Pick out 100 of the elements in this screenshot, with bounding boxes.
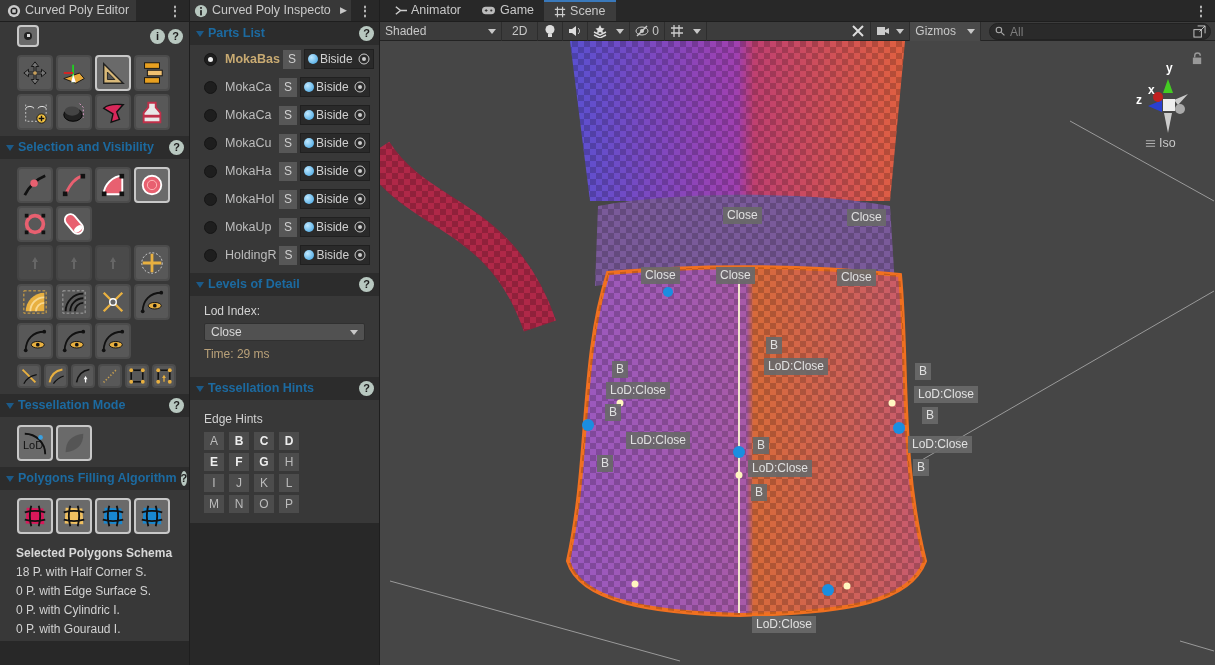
help-icon[interactable]: ? — [168, 28, 183, 44]
target-circle-button[interactable] — [134, 167, 170, 203]
menu-icon[interactable]: ⋮ — [351, 0, 379, 21]
projection-label[interactable]: Iso — [1159, 134, 1176, 153]
menu-icon[interactable] — [1145, 137, 1156, 149]
arcs-button[interactable] — [56, 284, 92, 320]
hint-button[interactable]: O — [254, 495, 274, 513]
target-icon[interactable] — [354, 109, 366, 121]
speaker-icon[interactable] — [568, 24, 583, 38]
target-icon[interactable] — [357, 53, 370, 65]
target-icon[interactable] — [354, 193, 366, 205]
curve-eye-button[interactable] — [17, 323, 53, 359]
mode-field[interactable]: Biside — [300, 105, 370, 125]
solo-button[interactable]: S — [279, 77, 297, 97]
curve-eye-button[interactable] — [95, 323, 131, 359]
menu-icon[interactable]: ⋮ — [161, 0, 189, 21]
help-icon[interactable]: ? — [359, 277, 374, 292]
2d-toggle[interactable]: 2D — [502, 21, 539, 41]
section-header[interactable]: Tessellation Mode ? — [0, 394, 189, 417]
target-icon[interactable] — [354, 249, 367, 261]
solo-button[interactable]: S — [279, 105, 297, 125]
hint-button[interactable]: J — [229, 474, 249, 492]
radio-button[interactable] — [204, 192, 217, 206]
patch-grid-button[interactable] — [95, 498, 131, 534]
shading-dropdown[interactable]: Shaded — [380, 21, 502, 41]
arc-button[interactable] — [44, 364, 68, 388]
curve-edge-button[interactable] — [56, 167, 92, 203]
hidden-objects-toggle[interactable]: 0 — [630, 21, 666, 41]
hint-button[interactable]: G — [254, 453, 274, 471]
hint-button[interactable]: D — [279, 432, 299, 450]
square-points-button[interactable] — [125, 364, 149, 388]
mode-field[interactable]: Biside — [303, 49, 374, 69]
hint-button[interactable]: L — [279, 474, 299, 492]
cylinder-button[interactable] — [56, 206, 92, 242]
radio-button[interactable] — [204, 52, 217, 66]
star-node-button[interactable] — [95, 284, 131, 320]
part-name[interactable]: MokaHol — [225, 189, 276, 209]
patch-grid-button[interactable] — [56, 498, 92, 534]
stacked-bricks-button[interactable] — [134, 55, 170, 91]
more-tabs-icon[interactable]: ▶ — [340, 3, 347, 18]
section-header[interactable]: Tessellation Hints ? — [190, 377, 379, 400]
ring-points-button[interactable] — [17, 206, 53, 242]
part-name[interactable]: HoldingR — [225, 245, 277, 265]
hint-button[interactable]: E — [204, 453, 224, 471]
help-icon[interactable]: ? — [169, 398, 184, 413]
quarter-arcs-button[interactable] — [17, 284, 53, 320]
move-arrows-button[interactable] — [17, 55, 53, 91]
radio-button[interactable] — [204, 108, 217, 122]
part-name[interactable]: MokaBas — [225, 49, 280, 69]
solo-button[interactable]: S — [279, 245, 298, 265]
help-icon[interactable]: ? — [359, 26, 374, 41]
square-points-arrow-button[interactable] — [152, 364, 176, 388]
menu-icon[interactable]: ⋮ — [1187, 0, 1215, 21]
curve-eye-button[interactable] — [134, 284, 170, 320]
hint-button[interactable]: C — [254, 432, 274, 450]
mode-field[interactable]: Biside — [300, 189, 370, 209]
hint-button[interactable]: K — [254, 474, 274, 492]
camera-icon[interactable] — [876, 24, 891, 38]
patch-grid-button[interactable] — [17, 498, 53, 534]
hint-button[interactable]: H — [279, 453, 299, 471]
hint-button[interactable]: F — [229, 453, 249, 471]
section-header[interactable]: Selection and Visibility ? — [0, 136, 189, 159]
layers-icon[interactable] — [593, 24, 608, 38]
hint-button[interactable]: A — [204, 432, 224, 450]
bottle-button[interactable] — [134, 94, 170, 130]
patch-grid-button[interactable] — [134, 498, 170, 534]
radio-button[interactable] — [204, 164, 217, 178]
radio-button[interactable] — [204, 220, 217, 234]
help-icon[interactable]: ? — [359, 381, 374, 396]
part-name[interactable]: MokaCu — [225, 133, 276, 153]
line-button[interactable] — [17, 364, 41, 388]
radio-button[interactable] — [204, 136, 217, 150]
add-points-button[interactable] — [17, 94, 53, 130]
curve-eye-button[interactable] — [56, 323, 92, 359]
part-name[interactable]: MokaCa — [225, 105, 276, 125]
caret-icon[interactable] — [896, 28, 905, 34]
target-icon[interactable] — [354, 221, 366, 233]
section-header[interactable]: Polygons Filling Algorithm ? — [0, 467, 189, 490]
radio-button[interactable] — [204, 248, 217, 262]
triangle-ruler-button[interactable] — [95, 55, 131, 91]
arc-arrow-button[interactable] — [71, 364, 95, 388]
hint-button[interactable]: M — [204, 495, 224, 513]
mode-field[interactable]: Biside — [300, 161, 370, 181]
logo-button[interactable] — [17, 25, 39, 47]
dotted-line-button[interactable] — [98, 364, 122, 388]
maximize-icon[interactable] — [1193, 24, 1206, 38]
solo-button[interactable]: S — [279, 217, 297, 237]
solo-button[interactable]: S — [279, 133, 297, 153]
target-icon[interactable] — [354, 165, 366, 177]
info-icon[interactable]: i — [150, 28, 165, 44]
hint-button[interactable]: P — [279, 495, 299, 513]
radio-button[interactable] — [204, 80, 217, 94]
mode-field[interactable]: Biside — [300, 245, 371, 265]
help-icon[interactable]: ? — [180, 471, 188, 486]
caret-icon[interactable] — [616, 28, 625, 34]
section-header[interactable]: Parts List ? — [190, 22, 379, 45]
leaf-shape-button[interactable] — [56, 425, 92, 461]
mode-field[interactable]: Biside — [300, 217, 370, 237]
part-name[interactable]: MokaCa — [225, 77, 276, 97]
lod-dropdown[interactable]: Close — [204, 323, 365, 341]
